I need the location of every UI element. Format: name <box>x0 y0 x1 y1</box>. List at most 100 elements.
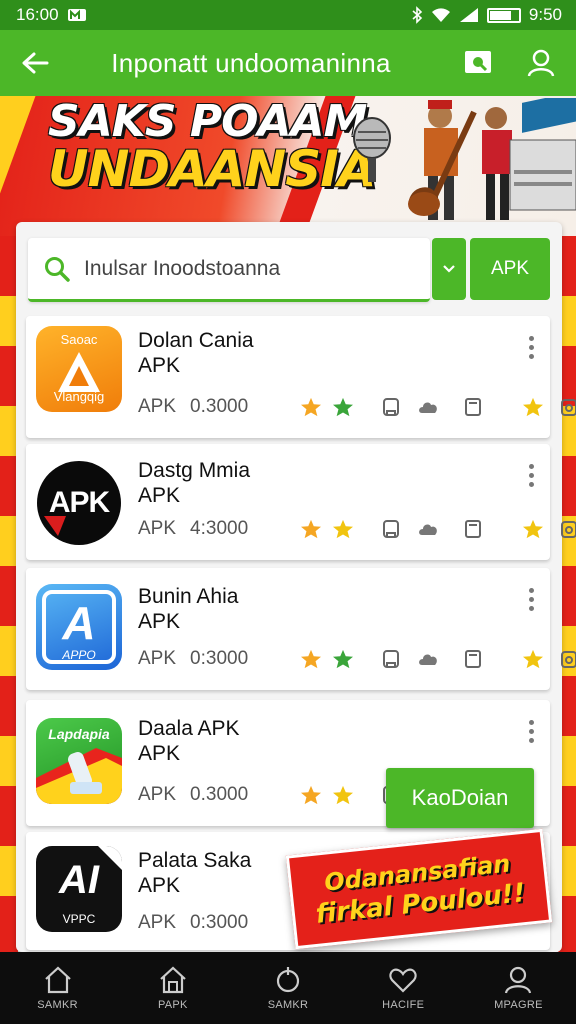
cloud-icon <box>419 402 437 413</box>
app-list-item[interactable]: APK Dastg Mmia APK APK 4:3000 <box>26 444 576 560</box>
image-search-icon <box>465 51 491 73</box>
nav-item-home[interactable]: SAMKR <box>0 952 115 1024</box>
app-size: 4:3000 <box>190 518 249 539</box>
app-type: APK <box>138 610 181 633</box>
star-icon <box>523 649 544 669</box>
app-name: Dastg Mmia APK <box>138 458 250 508</box>
notification-icon <box>67 9 86 21</box>
app-bar: Inponatt undoomaninna <box>0 30 576 96</box>
page-title: Inponatt undoomaninna <box>111 47 391 78</box>
star-icon <box>333 649 354 669</box>
nav-label: PAPK <box>157 999 188 1011</box>
app-icon-caption-top: Saoac <box>60 332 98 347</box>
app-title: Palata Saka <box>138 849 252 872</box>
more-options-button[interactable] <box>526 720 536 743</box>
store-icon <box>160 966 186 994</box>
heart-icon <box>389 968 417 993</box>
apk-search-button[interactable]: APK <box>470 238 550 300</box>
musicians-illustration <box>408 98 576 220</box>
app-icon: Lapdapia <box>36 718 122 804</box>
chevron-down-icon <box>443 265 455 273</box>
bluetooth-icon <box>412 6 423 24</box>
banner-stripe <box>0 96 36 236</box>
star-icon <box>333 785 354 805</box>
device-icon <box>383 398 400 416</box>
app-icon: Saoac Vlangqig <box>36 326 122 412</box>
app-name: Bunin Ahia APK <box>138 584 238 634</box>
search-filter-dropdown[interactable] <box>432 238 466 300</box>
camera-icon <box>561 521 576 538</box>
bookmark-icon <box>465 398 482 416</box>
cloud-icon <box>419 524 437 535</box>
app-format-label: APK <box>138 784 177 805</box>
star-icon <box>523 519 544 539</box>
more-options-button[interactable] <box>526 336 536 359</box>
bookmark-icon <box>465 520 482 538</box>
app-icon-caption-top: Lapdapia <box>48 726 110 742</box>
app-format-label: APK <box>138 912 177 933</box>
camera-icon <box>561 399 576 416</box>
search-icon <box>276 967 300 993</box>
nav-item-favorites[interactable]: HACIFE <box>346 952 461 1024</box>
cloud-icon <box>419 654 437 665</box>
star-icon <box>301 519 322 539</box>
star-icon <box>333 519 354 539</box>
screen-capture-button[interactable] <box>450 50 506 76</box>
arrow-left-icon <box>22 52 49 74</box>
app-name: Dolan Cania APK <box>138 328 254 378</box>
more-options-button[interactable] <box>526 464 536 487</box>
device-icon <box>383 520 400 538</box>
app-format-label: APK <box>138 396 177 417</box>
search-box[interactable] <box>28 238 430 302</box>
app-title: Dolan Cania <box>138 329 254 352</box>
app-icon-caption-bottom: Vlangqig <box>53 389 105 404</box>
nav-item-search[interactable]: SAMKR <box>230 952 345 1024</box>
app-icon-caption-top: APK <box>48 486 110 519</box>
app-type: APK <box>138 354 181 377</box>
search-input[interactable] <box>84 256 384 281</box>
back-button[interactable] <box>0 51 70 75</box>
app-meta: APK 0.3000 <box>138 396 576 418</box>
promo-banner[interactable]: SAKS POAAM UNDAANSIA <box>0 96 576 236</box>
star-icon <box>523 397 544 417</box>
app-format-label: APK <box>138 518 177 539</box>
more-options-button[interactable] <box>526 588 536 611</box>
status-right-text: 9:50 <box>528 5 562 24</box>
status-bar: 16:00 9:50 <box>0 0 576 30</box>
nav-item-profile[interactable]: MPAGRE <box>461 952 576 1024</box>
app-size: 0.3000 <box>190 396 249 417</box>
download-button[interactable]: KaoDoian <box>386 768 534 828</box>
app-type: APK <box>138 874 181 897</box>
app-icon: A APPO <box>36 584 122 670</box>
status-time: 16:00 <box>16 5 59 24</box>
microphone-icon <box>353 117 391 182</box>
app-type: APK <box>138 484 181 507</box>
app-size: 0:3000 <box>190 912 249 933</box>
app-icon: APK <box>36 460 122 546</box>
star-icon <box>301 397 322 417</box>
app-type: APK <box>138 742 181 765</box>
nav-label: SAMKR <box>37 999 78 1011</box>
bookmark-icon <box>465 650 482 668</box>
home-icon <box>44 966 71 994</box>
star-icon <box>301 649 322 669</box>
wifi-icon <box>431 8 450 22</box>
camera-icon <box>561 651 576 668</box>
app-title: Daala APK <box>138 717 240 740</box>
app-list-item[interactable]: A APPO Bunin Ahia APK APK 0:3000 <box>26 568 576 690</box>
app-name: Daala APK APK <box>138 716 240 766</box>
app-icon-caption-bottom: VPPC <box>62 912 96 926</box>
app-title: Dastg Mmia <box>138 459 251 482</box>
star-icon <box>333 397 354 417</box>
app-list-item[interactable]: Saoac Vlangqig Dolan Cania APK APK 0.300… <box>26 316 576 438</box>
nav-label: SAMKR <box>267 999 309 1011</box>
battery-icon <box>486 7 521 23</box>
app-icon: AI VPPC <box>36 846 122 932</box>
device-icon <box>383 650 400 668</box>
app-meta: APK 0:3000 <box>138 648 576 670</box>
account-button[interactable] <box>506 49 576 77</box>
app-format-label: APK <box>138 648 177 669</box>
app-meta: APK 4:3000 <box>138 518 576 540</box>
nav-item-store[interactable]: PAPK <box>115 952 230 1024</box>
app-icon-caption-bottom: APPO <box>62 648 96 662</box>
